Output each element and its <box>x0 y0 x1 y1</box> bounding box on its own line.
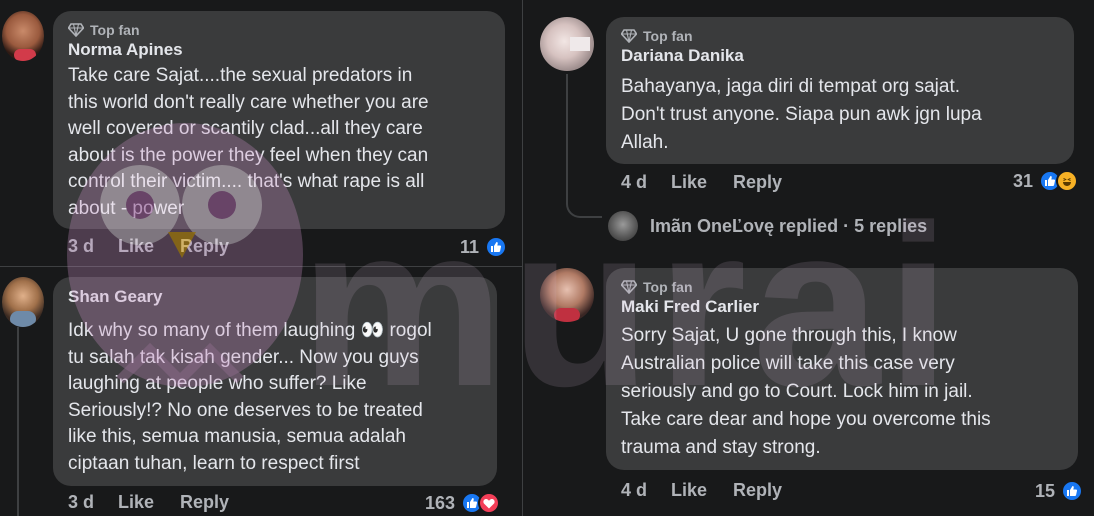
avatar-norma-apines[interactable] <box>2 11 44 61</box>
like-button[interactable]: Like <box>118 492 154 513</box>
comment-author[interactable]: Shan Geary <box>68 286 482 308</box>
top-fan-badge: Top fan <box>621 278 1063 296</box>
replies-count: · 5 replies <box>843 216 928 236</box>
replier-name[interactable]: Imãn OneĽovę <box>650 216 774 236</box>
comment-actions-4: 4 d Like Reply <box>621 480 782 501</box>
replied-label: replied <box>779 216 839 236</box>
avatar-maki-fred-carlier[interactable] <box>540 268 594 322</box>
top-fan-badge: Top fan <box>68 21 490 39</box>
comment-actions-2: 3 d Like Reply <box>68 492 229 513</box>
horizontal-divider <box>0 266 522 267</box>
haha-reaction-icon <box>1056 170 1079 192</box>
comment-actions-1: 3 d Like Reply <box>68 236 229 257</box>
avatar-dariana-danika[interactable] <box>540 17 594 71</box>
comment-text: Bahayanya, jaga diri di tempat org sajat… <box>621 76 982 153</box>
diamond-icon <box>621 280 637 294</box>
love-reaction-icon <box>478 492 501 514</box>
reply-button[interactable]: Reply <box>733 172 782 193</box>
replies-link[interactable]: Imãn OneĽovę replied · 5 replies <box>650 216 927 237</box>
comment-time[interactable]: 4 d <box>621 172 647 193</box>
vertical-divider <box>522 0 523 516</box>
reaction-count: 15 <box>1035 480 1056 501</box>
like-button[interactable]: Like <box>671 480 707 501</box>
comment-time[interactable]: 4 d <box>621 480 647 501</box>
avatar-iman-onelove[interactable] <box>608 211 638 241</box>
like-button[interactable]: Like <box>671 172 707 193</box>
top-fan-badge: Top fan <box>621 27 1059 45</box>
comment-bubble-1: Top fan Norma Apines Take care Sajat....… <box>53 11 505 229</box>
top-fan-label: Top fan <box>90 22 140 38</box>
reaction-summary-2[interactable]: 163 <box>425 492 501 514</box>
top-fan-label: Top fan <box>643 279 693 295</box>
reply-thread-line <box>566 74 602 218</box>
reaction-summary-1[interactable]: 11 <box>460 236 508 258</box>
like-reaction-icon <box>485 236 508 258</box>
reaction-count: 31 <box>1013 170 1034 191</box>
comment-time[interactable]: 3 d <box>68 236 94 257</box>
comment-text: Take care Sajat....the sexual predators … <box>68 65 429 219</box>
diamond-icon <box>68 23 84 37</box>
reply-button[interactable]: Reply <box>733 480 782 501</box>
comment-bubble-4: Top fan Maki Fred Carlier Sorry Sajat, U… <box>606 268 1078 470</box>
comment-text: Sorry Sajat, U gone through this, I know… <box>621 325 991 458</box>
thread-line <box>17 327 20 516</box>
comment-text: Idk why so many of them laughing 👀 rogol… <box>68 320 432 474</box>
comment-author[interactable]: Dariana Danika <box>621 45 1059 67</box>
like-reaction-icon <box>1061 480 1084 502</box>
comment-author[interactable]: Norma Apines <box>68 39 490 61</box>
reply-button[interactable]: Reply <box>180 492 229 513</box>
comment-bubble-3: Top fan Dariana Danika Bahayanya, jaga d… <box>606 17 1074 164</box>
comment-author[interactable]: Maki Fred Carlier <box>621 296 1063 318</box>
diamond-icon <box>621 29 637 43</box>
reaction-summary-4[interactable]: 15 <box>1035 480 1084 502</box>
reaction-summary-3[interactable]: 31 <box>1013 170 1079 192</box>
top-fan-label: Top fan <box>643 28 693 44</box>
like-button[interactable]: Like <box>118 236 154 257</box>
reaction-count: 163 <box>425 492 456 513</box>
comment-actions-3: 4 d Like Reply <box>621 172 782 193</box>
comment-time[interactable]: 3 d <box>68 492 94 513</box>
avatar-shan-geary[interactable] <box>2 277 44 327</box>
reaction-count: 11 <box>460 236 480 257</box>
reply-button[interactable]: Reply <box>180 236 229 257</box>
comment-bubble-2: Shan Geary Idk why so many of them laugh… <box>53 277 497 486</box>
